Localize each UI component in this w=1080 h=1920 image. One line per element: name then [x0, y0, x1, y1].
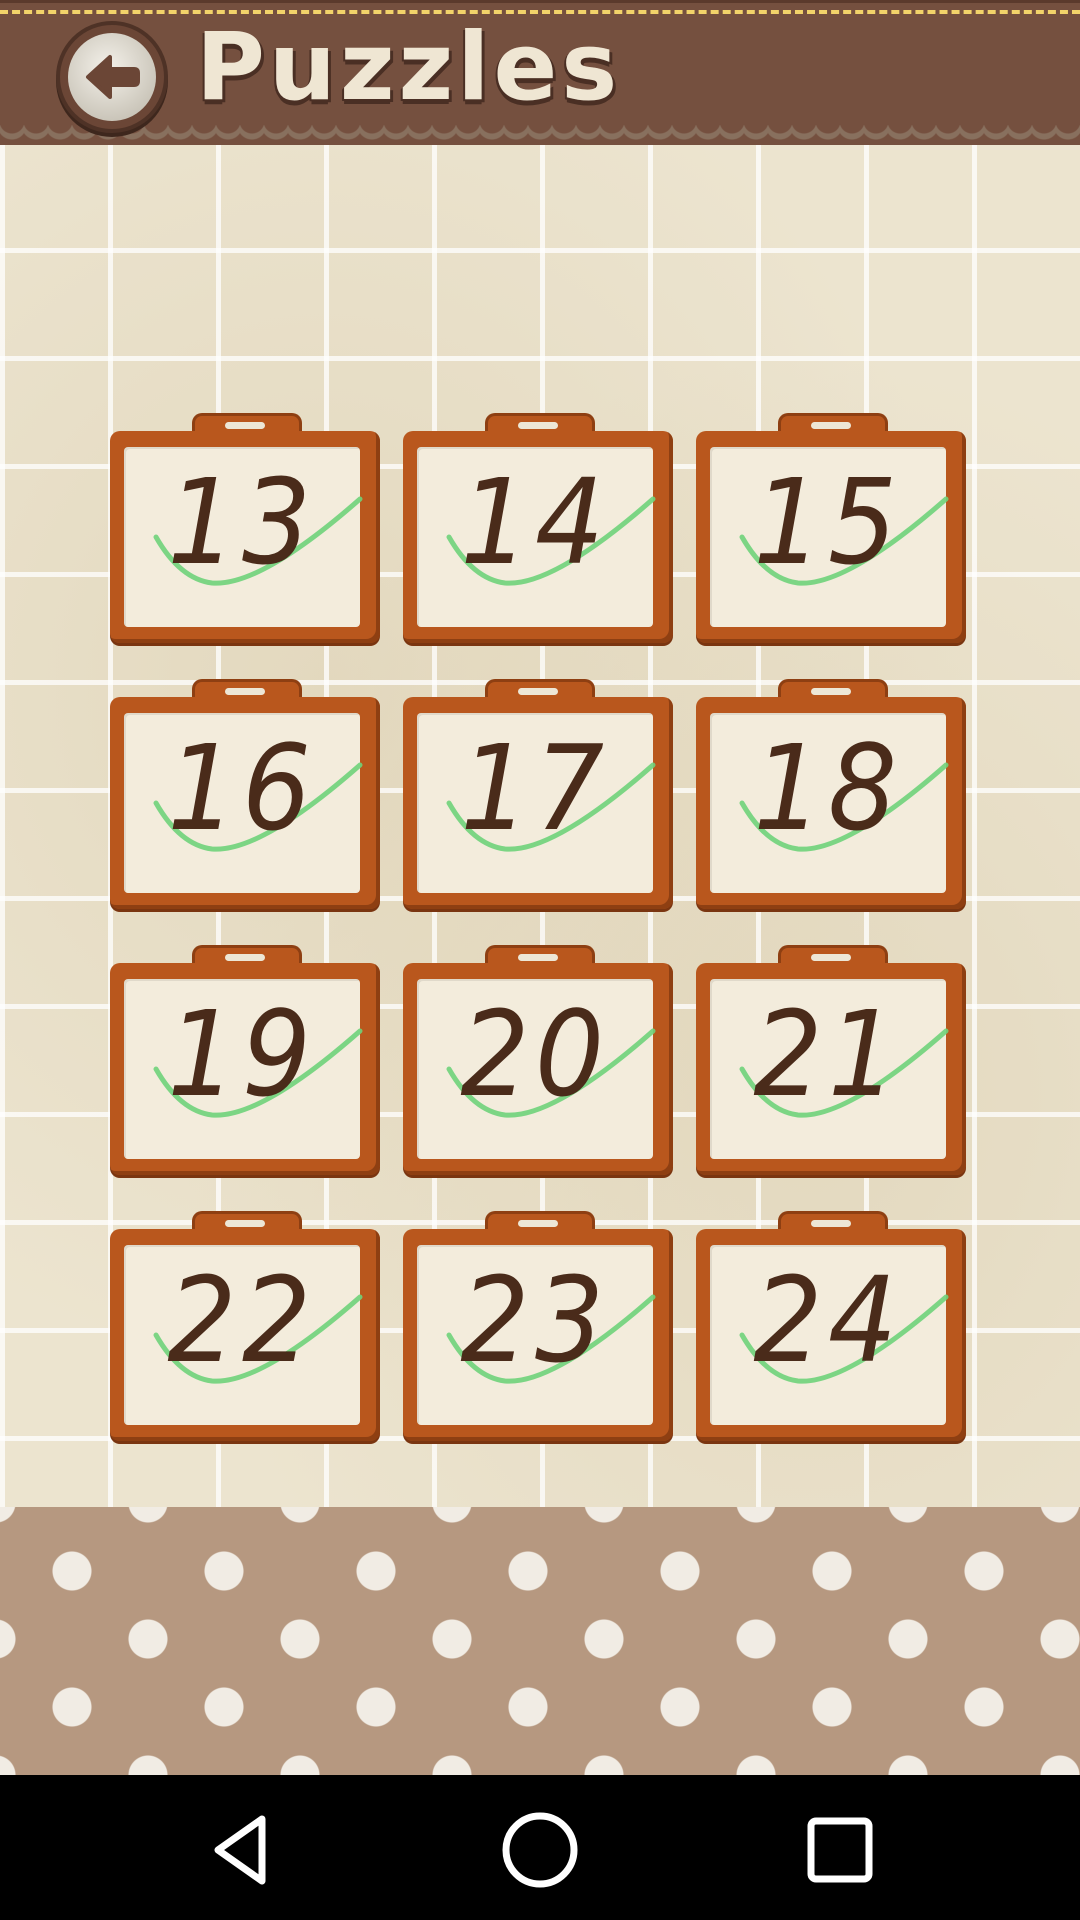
page-title: Puzzles: [196, 13, 622, 122]
puzzle-number: 17: [460, 719, 610, 857]
puzzle-tile[interactable]: 17: [403, 679, 673, 911]
triangle-back-icon[interactable]: [196, 1805, 286, 1895]
puzzle-board: 13 14 15 16 17 18 19 20 21 22 23 24: [0, 145, 1080, 1605]
puzzle-tile[interactable]: 23: [403, 1211, 673, 1443]
puzzle-number: 22: [167, 1251, 317, 1389]
square-recents-icon[interactable]: [795, 1805, 885, 1895]
puzzle-tile[interactable]: 18: [696, 679, 966, 911]
puzzle-tile[interactable]: 24: [696, 1211, 966, 1443]
puzzle-number: 14: [460, 453, 610, 591]
puzzle-number: 21: [753, 985, 903, 1123]
puzzle-number: 16: [167, 719, 317, 857]
puzzle-tile[interactable]: 19: [110, 945, 380, 1177]
puzzle-tile[interactable]: 13: [110, 413, 380, 645]
circle-home-icon[interactable]: [495, 1805, 585, 1895]
puzzle-tile[interactable]: 16: [110, 679, 380, 911]
puzzle-tile[interactable]: 14: [403, 413, 673, 645]
puzzle-number: 18: [753, 719, 903, 857]
puzzle-tile[interactable]: 22: [110, 1211, 380, 1443]
puzzle-number: 15: [753, 453, 903, 591]
puzzle-number: 20: [460, 985, 610, 1123]
puzzle-number: 24: [753, 1251, 903, 1389]
puzzle-number: 19: [167, 985, 317, 1123]
puzzle-number: 13: [167, 453, 317, 591]
puzzle-tile[interactable]: 20: [403, 945, 673, 1177]
puzzle-number: 23: [460, 1251, 610, 1389]
top-bar: Puzzles: [0, 0, 1080, 165]
back-arrow-icon: [86, 55, 140, 99]
puzzle-tile[interactable]: 15: [696, 413, 966, 645]
polka-dot-footer: [0, 1507, 1080, 1775]
back-button[interactable]: [56, 21, 168, 133]
system-nav-bar: [0, 1775, 1080, 1920]
puzzle-tile[interactable]: 21: [696, 945, 966, 1177]
